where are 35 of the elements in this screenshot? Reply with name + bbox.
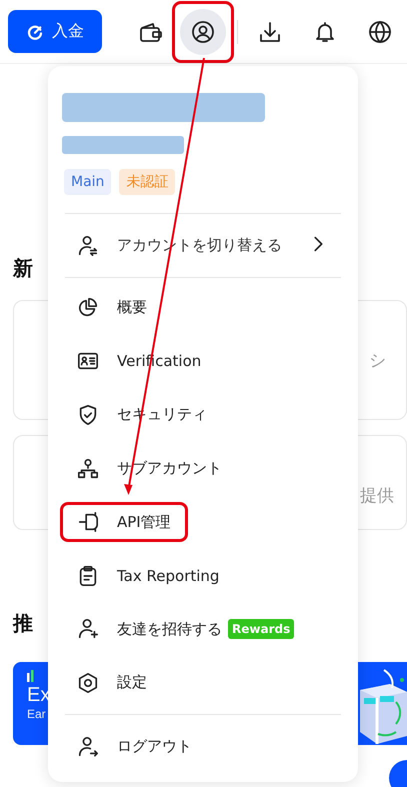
bell-icon xyxy=(313,20,337,44)
logout-item[interactable]: ログアウト xyxy=(60,726,209,767)
section-heading: 推 xyxy=(13,610,33,637)
settings-icon xyxy=(77,672,99,694)
card-text: シ xyxy=(369,350,386,372)
account-badge: Main xyxy=(64,169,112,195)
hierarchy-icon xyxy=(77,458,99,480)
user-icon xyxy=(191,20,215,44)
shield-check-icon xyxy=(77,404,99,426)
status-badge: 未認証 xyxy=(119,169,176,195)
globe-icon xyxy=(368,20,392,44)
section-heading: 新 xyxy=(13,255,33,282)
banner-subtitle: Ear xyxy=(27,707,46,721)
pie-chart-icon xyxy=(77,296,99,319)
logout-icon xyxy=(77,736,99,758)
download-button[interactable] xyxy=(258,20,282,44)
download-icon xyxy=(258,20,282,44)
notification-button[interactable] xyxy=(313,20,337,44)
rewards-badge: Rewards xyxy=(228,619,294,640)
menu-item[interactable]: Tax Reporting xyxy=(60,556,236,596)
clipboard-icon xyxy=(77,564,99,587)
language-button[interactable] xyxy=(368,20,392,44)
menu-item[interactable]: 設定 xyxy=(60,662,164,703)
plug-icon xyxy=(77,511,99,534)
menu-item[interactable]: API管理 xyxy=(60,502,188,542)
menu-item[interactable]: サブアカウント xyxy=(60,448,239,489)
card-text: 提供 xyxy=(360,485,394,507)
logo-icon xyxy=(27,670,34,682)
menu-item[interactable]: 概要 xyxy=(60,288,164,328)
add-user-icon xyxy=(77,618,99,640)
deposit-icon xyxy=(26,22,44,40)
switch-user-icon xyxy=(77,234,99,256)
menu-item[interactable]: 友達を招待する Rewards xyxy=(60,609,312,650)
deposit-button[interactable]: 入金 xyxy=(8,10,102,53)
avatar-button[interactable] xyxy=(180,8,226,54)
